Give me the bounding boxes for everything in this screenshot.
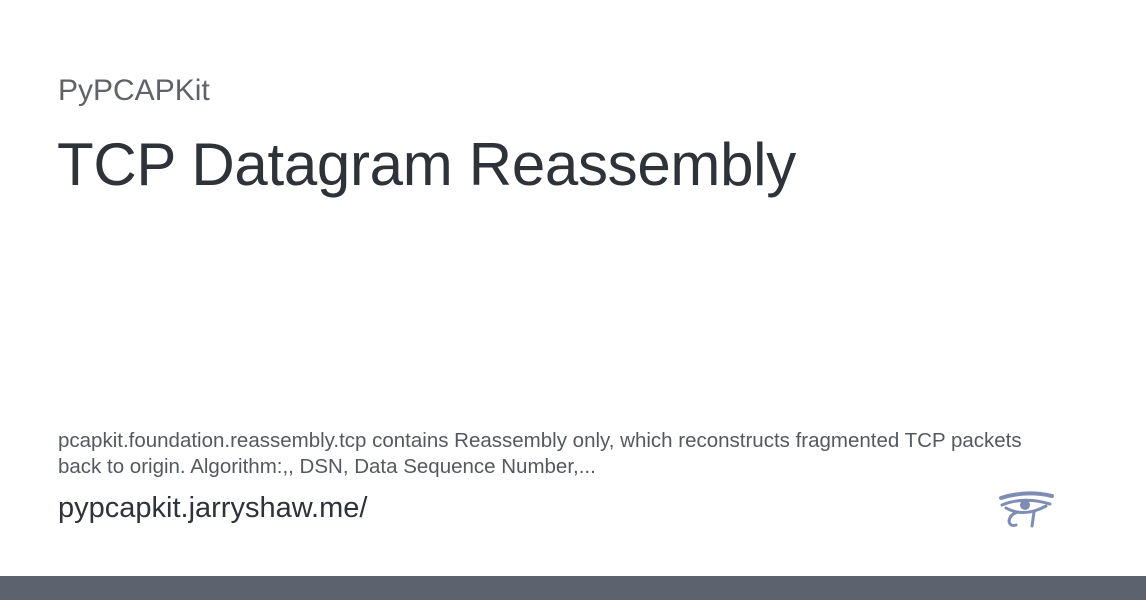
footer-bar [0, 576, 1146, 600]
site-name: PyPCAPKit [58, 74, 210, 107]
site-url[interactable]: pypcapkit.jarryshaw.me/ [58, 492, 367, 525]
page-description: pcapkit.foundation.reassembly.tcp contai… [58, 429, 1022, 478]
page-title: TCP Datagram Reassembly [57, 131, 796, 198]
eye-of-horus-icon [999, 491, 1054, 528]
